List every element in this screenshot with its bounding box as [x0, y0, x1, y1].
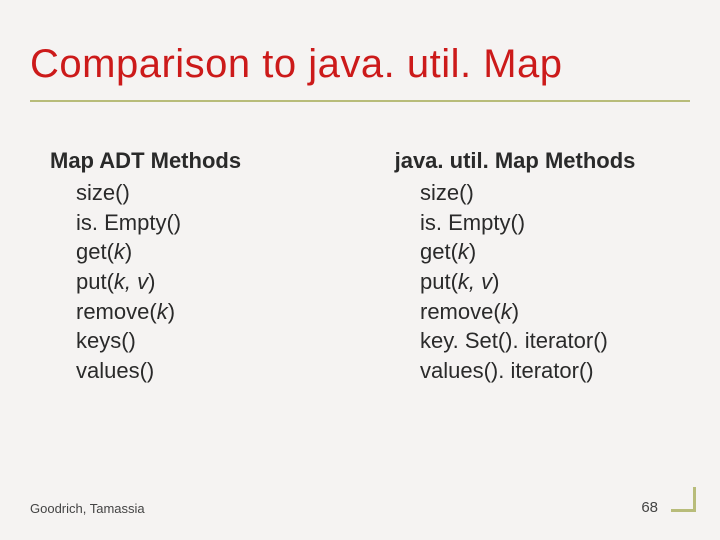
text: get(	[76, 239, 114, 264]
text: put(	[76, 269, 114, 294]
param-k: k	[114, 239, 125, 264]
left-column: Map ADT Methods size() is. Empty() get(k…	[50, 148, 308, 386]
right-column: java. util. Map Methods size() is. Empty…	[360, 148, 670, 386]
footer-authors: Goodrich, Tamassia	[30, 501, 145, 516]
text: put(	[420, 269, 458, 294]
text: )	[148, 269, 155, 294]
param-k: k	[501, 299, 512, 324]
right-column-header: java. util. Map Methods	[360, 148, 670, 174]
footer-page: 68	[641, 499, 658, 516]
right-method-size: size()	[420, 178, 670, 208]
left-method-size: size()	[76, 178, 308, 208]
title-underline	[30, 100, 690, 102]
left-method-isempty: is. Empty()	[76, 208, 308, 238]
text: )	[168, 299, 175, 324]
right-method-keyset: key. Set(). iterator()	[420, 326, 670, 356]
text: get(	[420, 239, 458, 264]
slide: Comparison to java. util. Map Map ADT Me…	[0, 0, 720, 540]
param-kv: k, v	[114, 269, 148, 294]
text: remove(	[420, 299, 501, 324]
right-method-get: get(k)	[420, 237, 670, 267]
param-k: k	[157, 299, 168, 324]
left-method-get: get(k)	[76, 237, 308, 267]
left-method-remove: remove(k)	[76, 297, 308, 327]
right-method-remove: remove(k)	[420, 297, 670, 327]
text: )	[512, 299, 519, 324]
right-method-values: values(). iterator()	[420, 356, 670, 386]
slide-title: Comparison to java. util. Map	[30, 42, 563, 87]
param-k: k	[458, 239, 469, 264]
left-method-values: values()	[76, 356, 308, 386]
text: )	[125, 239, 132, 264]
left-method-keys: keys()	[76, 326, 308, 356]
right-method-put: put(k, v)	[420, 267, 670, 297]
corner-decoration	[671, 487, 696, 512]
text: )	[469, 239, 476, 264]
right-method-isempty: is. Empty()	[420, 208, 670, 238]
text: remove(	[76, 299, 157, 324]
param-kv: k, v	[458, 269, 492, 294]
left-method-put: put(k, v)	[76, 267, 308, 297]
left-column-header: Map ADT Methods	[50, 148, 308, 174]
text: )	[492, 269, 499, 294]
content-columns: Map ADT Methods size() is. Empty() get(k…	[50, 148, 670, 386]
